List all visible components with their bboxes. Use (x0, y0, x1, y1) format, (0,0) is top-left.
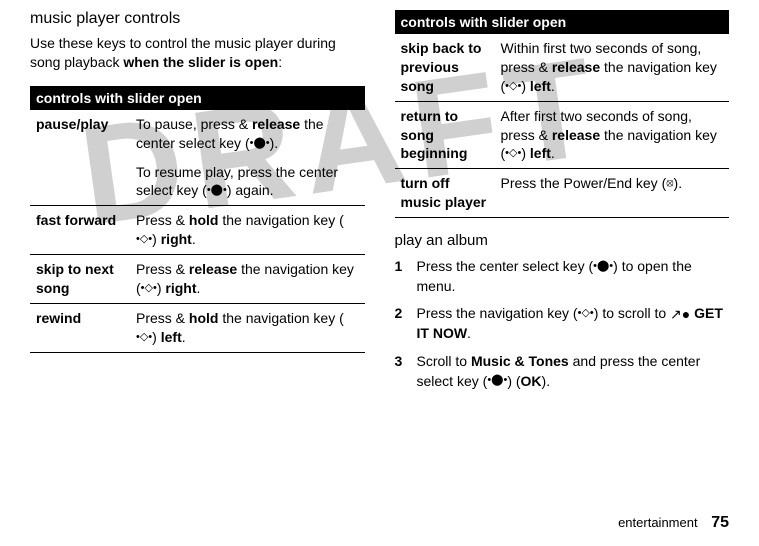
txt: hold (189, 212, 219, 228)
row-desc: To pause, press & release the center sel… (130, 110, 365, 206)
nav-key-icon: •◇• (136, 232, 152, 247)
txt: ). (270, 135, 279, 151)
table-row: skip back to previous song Within first … (395, 34, 730, 101)
txt: release (552, 127, 600, 143)
txt: Press the Power/End key ( (501, 175, 667, 191)
step-text: Press the navigation key (•◇•) to scroll… (417, 304, 730, 344)
table-row: rewind Press & hold the navigation key (… (30, 303, 365, 352)
txt: . (467, 325, 471, 341)
row-label: fast forward (30, 206, 130, 255)
txt: left (530, 145, 551, 161)
txt: ) to scroll to (594, 305, 670, 321)
right-column: controls with slider open skip back to p… (395, 10, 730, 399)
center-select-icon: •⬤• (487, 373, 507, 388)
row-desc: Within first two seconds of song, press … (495, 34, 730, 101)
table-header-row: controls with slider open (395, 10, 730, 34)
txt: release (252, 116, 300, 132)
page-content: music player controls Use these keys to … (30, 10, 729, 399)
table-row: skip to next song Press & release the na… (30, 255, 365, 304)
txt: ) (152, 231, 161, 247)
page-footer: entertainment 75 (618, 514, 729, 532)
nav-key-icon: •◇• (141, 281, 157, 296)
nav-key-icon: •◇• (505, 146, 521, 161)
txt: . (551, 78, 555, 94)
step-text: Press the center select key (•⬤•) to ope… (417, 257, 730, 296)
row-desc: After first two seconds of song, press &… (495, 101, 730, 169)
row-label: skip back to previous song (395, 34, 495, 101)
txt: ) again. (227, 182, 274, 198)
table-header: controls with slider open (30, 86, 365, 110)
intro-text: Use these keys to control the music play… (30, 34, 365, 72)
row-desc: Press & hold the navigation key ( •◇•) ri… (130, 206, 365, 255)
row-label: rewind (30, 303, 130, 352)
txt: ). (542, 373, 551, 389)
txt: Press the navigation key ( (417, 305, 578, 321)
step-text: Scroll to Music & Tones and press the ce… (417, 352, 730, 391)
power-end-icon: ⦻ (666, 176, 673, 191)
txt: ) ( (507, 373, 520, 389)
txt: Press & (136, 261, 189, 277)
music-player-controls-heading: music player controls (30, 10, 365, 28)
txt: Press the center select key ( (417, 258, 594, 274)
step-number: 3 (395, 352, 417, 391)
intro-bold: when the slider is open (123, 54, 278, 70)
txt: Press & (136, 310, 189, 326)
txt: To pause, press & (136, 116, 252, 132)
row-label: turn off music player (395, 169, 495, 218)
step-number: 1 (395, 257, 417, 296)
table-row: turn off music player Press the Power/En… (395, 169, 730, 218)
step-number: 2 (395, 304, 417, 344)
footer-section: entertainment (618, 515, 698, 530)
txt: release (552, 59, 600, 75)
table-header-row: controls with slider open (30, 86, 365, 110)
table-row: return to song beginning After first two… (395, 101, 730, 169)
intro-post: : (278, 54, 282, 70)
txt: the navigation key ( (218, 212, 343, 228)
step-3: 3 Scroll to Music & Tones and press the … (395, 352, 730, 391)
table-row: fast forward Press & hold the navigation… (30, 206, 365, 255)
get-it-now-icon: ↗● (670, 305, 690, 325)
txt: left (530, 78, 551, 94)
txt: the navigation key ( (218, 310, 343, 326)
center-select-icon: •⬤• (250, 136, 270, 151)
txt: hold (189, 310, 219, 326)
row-desc: Press & release the navigation key (•◇•)… (130, 255, 365, 304)
table-row: pause/play To pause, press & release the… (30, 110, 365, 206)
nav-key-icon: •◇• (136, 330, 152, 345)
txt: left (161, 329, 182, 345)
row-desc: Press the Power/End key (⦻). (495, 169, 730, 218)
txt: Press & (136, 212, 189, 228)
nav-key-icon: •◇• (505, 79, 521, 94)
menu-ok: OK (521, 373, 542, 389)
txt: right (165, 280, 196, 296)
txt: ) (521, 78, 530, 94)
row-label: return to song beginning (395, 101, 495, 169)
txt: . (192, 231, 196, 247)
step-2: 2 Press the navigation key (•◇•) to scro… (395, 304, 730, 344)
row-desc: Press & hold the navigation key ( •◇•) le… (130, 303, 365, 352)
txt: ) (521, 145, 530, 161)
nav-key-icon: •◇• (578, 306, 594, 321)
txt: . (182, 329, 186, 345)
play-an-album-heading: play an album (395, 232, 730, 249)
txt: release (189, 261, 237, 277)
controls-table-left: controls with slider open pause/play To … (30, 86, 365, 353)
txt: ). (674, 175, 683, 191)
center-select-icon: •⬤• (593, 259, 613, 274)
controls-table-right: controls with slider open skip back to p… (395, 10, 730, 218)
txt: right (161, 231, 192, 247)
row-label: skip to next song (30, 255, 130, 304)
txt: . (197, 280, 201, 296)
row-label: pause/play (30, 110, 130, 206)
txt: . (551, 145, 555, 161)
page-number: 75 (711, 514, 729, 531)
step-1: 1 Press the center select key (•⬤•) to o… (395, 257, 730, 296)
txt: ) (152, 329, 161, 345)
table-header: controls with slider open (395, 10, 730, 34)
menu-music-tones: Music & Tones (471, 353, 569, 369)
txt: Scroll to (417, 353, 471, 369)
center-select-icon: •⬤• (207, 183, 227, 198)
left-column: music player controls Use these keys to … (30, 10, 365, 399)
